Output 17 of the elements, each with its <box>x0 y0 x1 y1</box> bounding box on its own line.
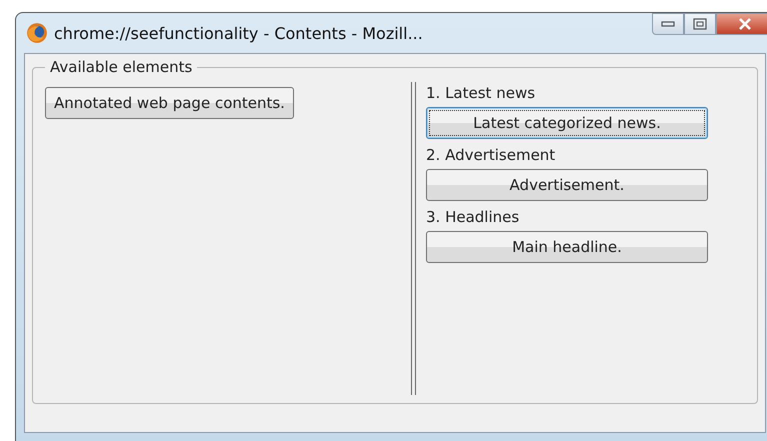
contents-button[interactable]: Annotated web page contents. <box>45 87 294 119</box>
maximize-button[interactable] <box>684 13 716 35</box>
group-legend: Available elements <box>45 58 198 76</box>
section-heading: 3. Headlines <box>426 208 520 226</box>
globe-icon <box>26 22 48 44</box>
minimize-button[interactable] <box>652 13 684 35</box>
splitter[interactable] <box>411 82 416 395</box>
maximize-icon <box>693 18 707 30</box>
element-button[interactable]: Advertisement. <box>426 169 708 201</box>
element-button[interactable]: Main headline. <box>426 231 708 263</box>
section-heading: 1. Latest news <box>426 84 536 102</box>
close-button[interactable] <box>716 13 767 35</box>
window-title: chrome://seefunctionality - Contents - Mozill... <box>54 24 423 42</box>
section-heading: 2. Advertisement <box>426 146 556 164</box>
minimize-icon <box>661 21 675 27</box>
close-icon <box>738 18 752 30</box>
element-button[interactable]: Latest categorized news. <box>426 107 708 139</box>
